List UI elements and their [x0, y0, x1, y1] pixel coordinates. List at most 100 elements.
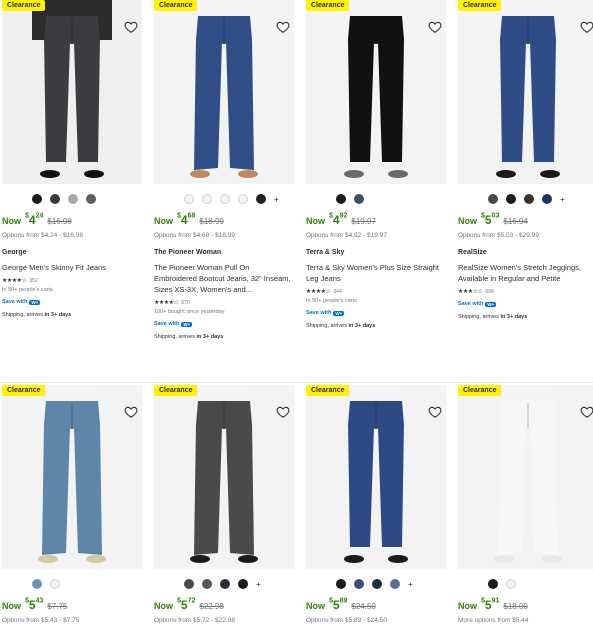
- rating-count: 352: [29, 277, 38, 284]
- save-label: Save with: [306, 310, 332, 316]
- color-swatch[interactable]: [506, 579, 516, 589]
- heart-icon[interactable]: [276, 405, 290, 419]
- shipping-prefix: Shipping, arrives: [458, 314, 501, 320]
- price-whole: 4: [332, 213, 340, 227]
- walmart-plus-icon: W+: [333, 310, 345, 316]
- price-cents: 24: [35, 212, 44, 220]
- product-card[interactable]: Clearance + Now $468 $18.99 Options from $4.6…: [154, 0, 294, 340]
- color-swatch[interactable]: [32, 579, 42, 589]
- color-swatch[interactable]: [202, 194, 212, 204]
- color-swatch[interactable]: [524, 194, 534, 204]
- more-colors-indicator[interactable]: +: [274, 195, 279, 204]
- save-label: Save with: [154, 321, 180, 327]
- clearance-badge: Clearance: [154, 0, 198, 11]
- now-label: Now: [2, 601, 21, 611]
- product-title-link[interactable]: RealSize Women's Stretch Jeggings, Avail…: [458, 262, 593, 284]
- product-card[interactable]: Clearance + Now $589 $24.50 Options from $5.8…: [306, 385, 446, 624]
- rating-count: 670: [181, 299, 190, 306]
- was-price: $7.75: [47, 602, 68, 611]
- rating-count: 344: [333, 288, 342, 295]
- heart-icon[interactable]: [580, 20, 593, 34]
- color-swatch[interactable]: [542, 194, 552, 204]
- row-divider: [0, 382, 593, 383]
- product-image[interactable]: Clearance: [458, 0, 593, 184]
- product-image[interactable]: Clearance: [154, 385, 294, 569]
- options-price-range: Options from $5.89 - $24.50: [306, 617, 387, 624]
- more-colors-indicator[interactable]: +: [408, 580, 413, 589]
- product-image[interactable]: Clearance: [2, 385, 142, 569]
- price-cents: 89: [339, 597, 348, 605]
- product-title-link[interactable]: George Men's Skinny Fit Jeans: [2, 262, 142, 273]
- color-swatch[interactable]: [256, 194, 266, 204]
- price-whole: 5: [484, 598, 492, 612]
- product-card[interactable]: Clearance Now $543 $7.75 Options from $5.43 …: [2, 385, 142, 624]
- product-image[interactable]: Clearance: [306, 0, 446, 184]
- color-swatch[interactable]: [354, 579, 364, 589]
- color-swatch[interactable]: [238, 194, 248, 204]
- save-with-wplus[interactable]: Save with W+: [306, 310, 446, 316]
- product-title-link[interactable]: The Pioneer Woman Pull On Embroidered Bo…: [154, 262, 294, 295]
- color-swatch[interactable]: [184, 194, 194, 204]
- color-swatch[interactable]: [488, 579, 498, 589]
- save-with-wplus[interactable]: Save with W+: [2, 299, 142, 305]
- color-swatch[interactable]: [506, 194, 516, 204]
- price-row: Now $468 $18.99: [154, 211, 294, 229]
- save-with-wplus[interactable]: Save with W+: [154, 321, 294, 327]
- price-whole: 4: [180, 213, 188, 227]
- shipping-info: Shipping, arrives in 3+ days: [2, 312, 142, 318]
- price-cents: 68: [187, 212, 196, 220]
- product-image[interactable]: Clearance: [458, 385, 593, 569]
- product-image[interactable]: Clearance: [2, 0, 142, 184]
- price-cents: 43: [35, 597, 44, 605]
- color-swatch[interactable]: [488, 194, 498, 204]
- clearance-badge: Clearance: [458, 0, 502, 11]
- product-card[interactable]: Clearance + Now $503 $16.94 Options from $5.0…: [458, 0, 593, 320]
- color-swatch[interactable]: [68, 194, 78, 204]
- heart-icon[interactable]: [276, 20, 290, 34]
- color-swatch[interactable]: [202, 579, 212, 589]
- shipping-info: Shipping, arrives in 3+ days: [306, 323, 446, 329]
- price-row: Now $503 $16.94: [458, 211, 593, 229]
- heart-icon[interactable]: [428, 20, 442, 34]
- color-swatch[interactable]: [220, 579, 230, 589]
- more-colors-indicator[interactable]: +: [256, 580, 261, 589]
- product-card[interactable]: Clearance + Now $572 $22.98 Options from $5.7…: [154, 385, 294, 624]
- color-swatch[interactable]: [354, 194, 364, 204]
- product-title-link[interactable]: Terra & Sky Women's Plus Size Straight L…: [306, 262, 446, 284]
- save-with-wplus[interactable]: Save with W+: [458, 301, 593, 307]
- clearance-badge: Clearance: [154, 385, 198, 396]
- color-swatch[interactable]: [220, 194, 230, 204]
- heart-icon[interactable]: [124, 20, 138, 34]
- brand-name: Terra & Sky: [306, 249, 345, 256]
- color-swatch[interactable]: [86, 194, 96, 204]
- price-whole: 5: [332, 598, 340, 612]
- product-image[interactable]: Clearance: [306, 385, 446, 569]
- color-swatch[interactable]: [50, 194, 60, 204]
- color-swatch[interactable]: [184, 579, 194, 589]
- product-card[interactable]: Clearance Now $591 $18.00 More options from …: [458, 385, 593, 624]
- color-swatches: +: [488, 193, 593, 205]
- heart-icon[interactable]: [580, 405, 593, 419]
- product-card[interactable]: Clearance Now $492 $19.97 Options from $4.92…: [306, 0, 446, 329]
- heart-icon[interactable]: [124, 405, 138, 419]
- options-price-range: Options from $4.24 - $16.98: [2, 232, 83, 239]
- walmart-plus-icon: W+: [181, 321, 193, 327]
- more-colors-indicator[interactable]: +: [560, 195, 565, 204]
- color-swatch[interactable]: [336, 194, 346, 204]
- color-swatches: [336, 193, 446, 205]
- price-whole: 5: [180, 598, 188, 612]
- save-label: Save with: [458, 301, 484, 307]
- price-row: Now $572 $22.98: [154, 596, 294, 614]
- color-swatch[interactable]: [50, 579, 60, 589]
- color-swatch[interactable]: [32, 194, 42, 204]
- color-swatch[interactable]: [390, 579, 400, 589]
- clearance-badge: Clearance: [306, 0, 350, 11]
- product-image[interactable]: Clearance: [154, 0, 294, 184]
- shipping-eta: in 3+ days: [348, 323, 376, 329]
- product-card[interactable]: Clearance Now $424 $16.98 Options from $4.24…: [2, 0, 142, 318]
- color-swatch[interactable]: [336, 579, 346, 589]
- color-swatch[interactable]: [372, 579, 382, 589]
- now-label: Now: [154, 216, 173, 226]
- heart-icon[interactable]: [428, 405, 442, 419]
- color-swatch[interactable]: [238, 579, 248, 589]
